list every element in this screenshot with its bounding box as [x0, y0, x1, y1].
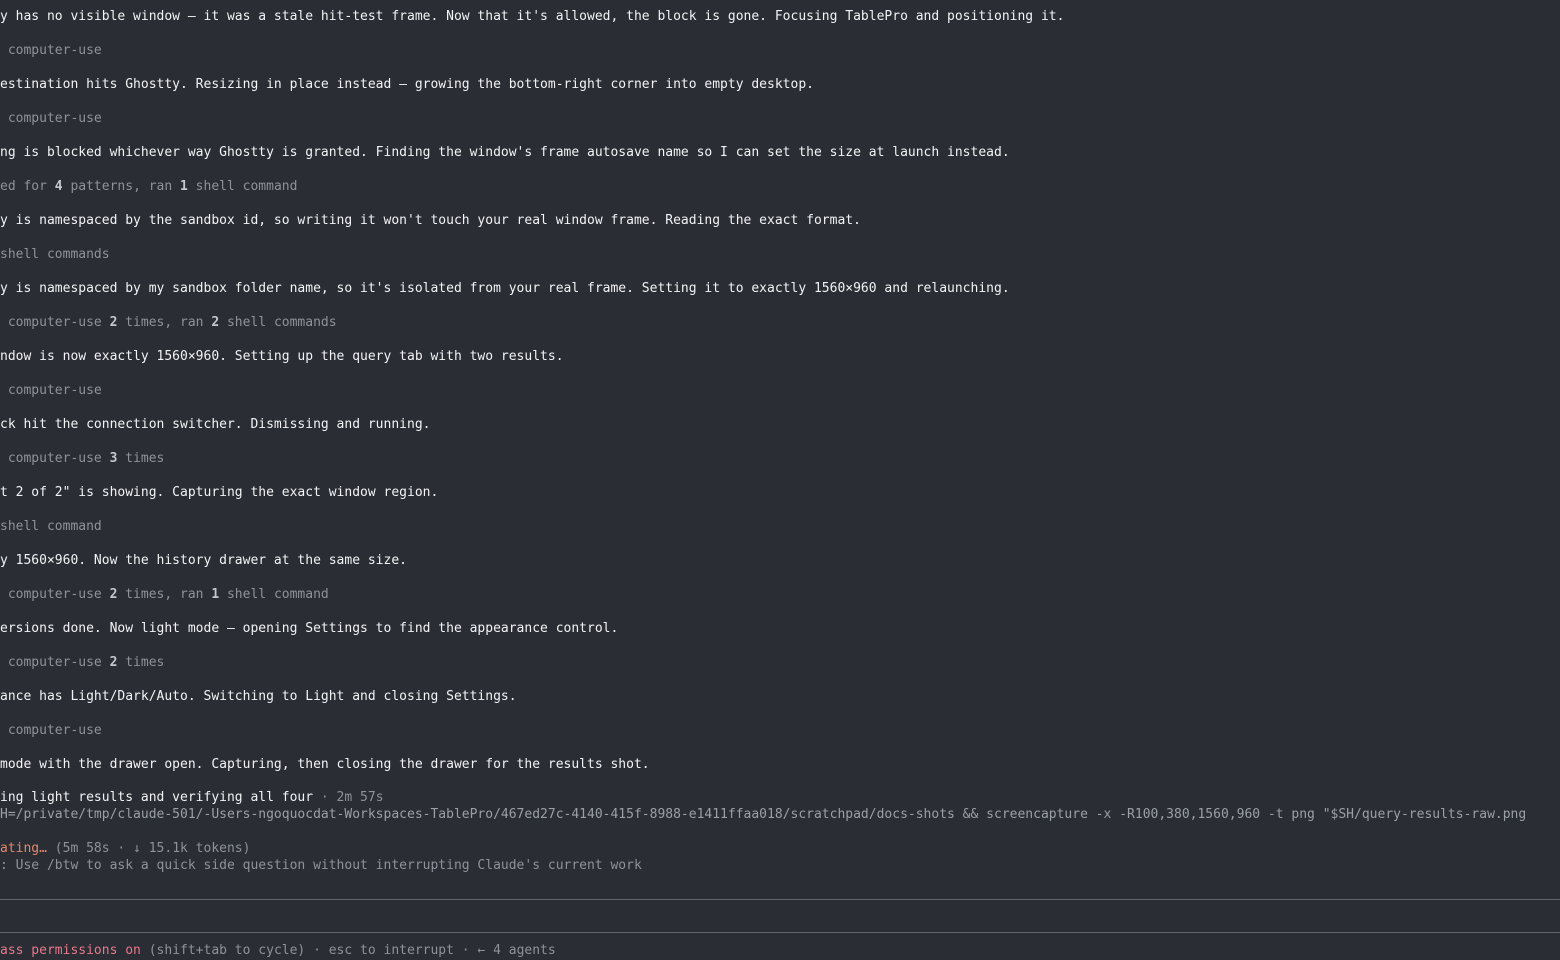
tool-summary-pre: shell commands [0, 247, 110, 262]
tool-summary-pre: computer-use [0, 451, 110, 466]
tool-summary: computer-use [0, 42, 102, 59]
active-task-label: ing light results and verifying all four [0, 790, 314, 805]
tool-summary-n2: 2 [211, 315, 220, 330]
tool-summary-pre: computer-use [0, 111, 102, 126]
tool-summary-pre: computer-use [0, 43, 102, 58]
tool-summary-post: shell command [219, 587, 329, 602]
tool-summary: computer-use [0, 110, 102, 127]
tool-summary: computer-use 2 times, ran 2 shell comman… [0, 314, 337, 331]
status-detail: (5m 58s · ↓ 15.1k tokens) [46, 841, 251, 856]
assistant-message: y 1560×960. Now the history drawer at th… [0, 553, 407, 568]
tool-summary-post: shell commands [219, 315, 337, 330]
active-task: ing light results and verifying all four… [0, 789, 384, 806]
tool-summary: computer-use [0, 382, 102, 399]
assistant-message: y is namespaced by the sandbox id, so wr… [0, 213, 861, 228]
tool-summary-n2: 1 [180, 179, 188, 194]
input-bottom-border [0, 932, 1560, 933]
tool-summary: shell command [0, 518, 102, 535]
assistant-message: ck hit the connection switcher. Dismissi… [0, 417, 431, 432]
tool-summary: shell commands [0, 246, 110, 263]
footer-hints: (shift+tab to cycle) · esc to interrupt … [140, 943, 556, 958]
tool-summary-pre: computer-use [0, 315, 110, 330]
terminal-window: y has no visible window — it was a stale… [0, 0, 1560, 960]
tip-line: : Use /btw to ask a quick side question … [0, 858, 642, 873]
assistant-message: ance has Light/Dark/Auto. Switching to L… [0, 689, 517, 704]
tool-summary: computer-use [0, 722, 102, 739]
tool-summary: computer-use 2 times [0, 654, 165, 671]
tool-summary-pre: computer-use [0, 587, 110, 602]
assistant-message: t 2 of 2" is showing. Capturing the exac… [0, 485, 439, 500]
tool-summary: computer-use 2 times, ran 1 shell comman… [0, 586, 329, 603]
assistant-message: ng is blocked whichever way Ghostty is g… [0, 145, 1010, 160]
status-word: ating… [0, 841, 47, 856]
active-task-elapsed: · 2m 57s [313, 790, 384, 805]
status-line: ating… (5m 58s · ↓ 15.1k tokens) [0, 840, 250, 857]
tool-summary-mid: times [117, 655, 165, 670]
tool-summary-pre: computer-use [0, 723, 102, 738]
tool-summary-pre: computer-use [0, 655, 110, 670]
tool-summary-pre: shell command [0, 519, 102, 534]
tool-summary-post: shell command [187, 179, 298, 194]
assistant-message: mode with the drawer open. Capturing, th… [0, 757, 650, 772]
assistant-message: estination hits Ghostty. Resizing in pla… [0, 77, 814, 92]
assistant-message: y has no visible window — it was a stale… [0, 9, 1065, 24]
tool-summary-pre: ed for [0, 179, 55, 194]
tool-summary-n1: 4 [54, 179, 63, 194]
tool-summary-mid: times, ran [117, 587, 212, 602]
tool-summary: computer-use 3 times [0, 450, 165, 467]
tool-summary-pre: computer-use [0, 383, 102, 398]
tool-summary-n2: 1 [211, 587, 220, 602]
tool-summary-mid: times, ran [117, 315, 212, 330]
tool-summary-mid: times [117, 451, 165, 466]
tool-summary: ed for 4 patterns, ran 1 shell command [0, 178, 297, 195]
footer-bar: ass permissions on (shift+tab to cycle) … [0, 942, 556, 959]
tool-summary-mid: patterns, ran [62, 179, 181, 194]
permission-mode-indicator[interactable]: ass permissions on [0, 943, 141, 958]
prompt-input[interactable] [0, 900, 1560, 932]
assistant-message: ersions done. Now light mode — opening S… [0, 621, 619, 636]
assistant-message: y is namespaced by my sandbox folder nam… [0, 281, 1010, 296]
running-command: H=/private/tmp/claude-501/-Users-ngoquoc… [0, 807, 1527, 822]
assistant-message: ndow is now exactly 1560×960. Setting up… [0, 349, 564, 364]
